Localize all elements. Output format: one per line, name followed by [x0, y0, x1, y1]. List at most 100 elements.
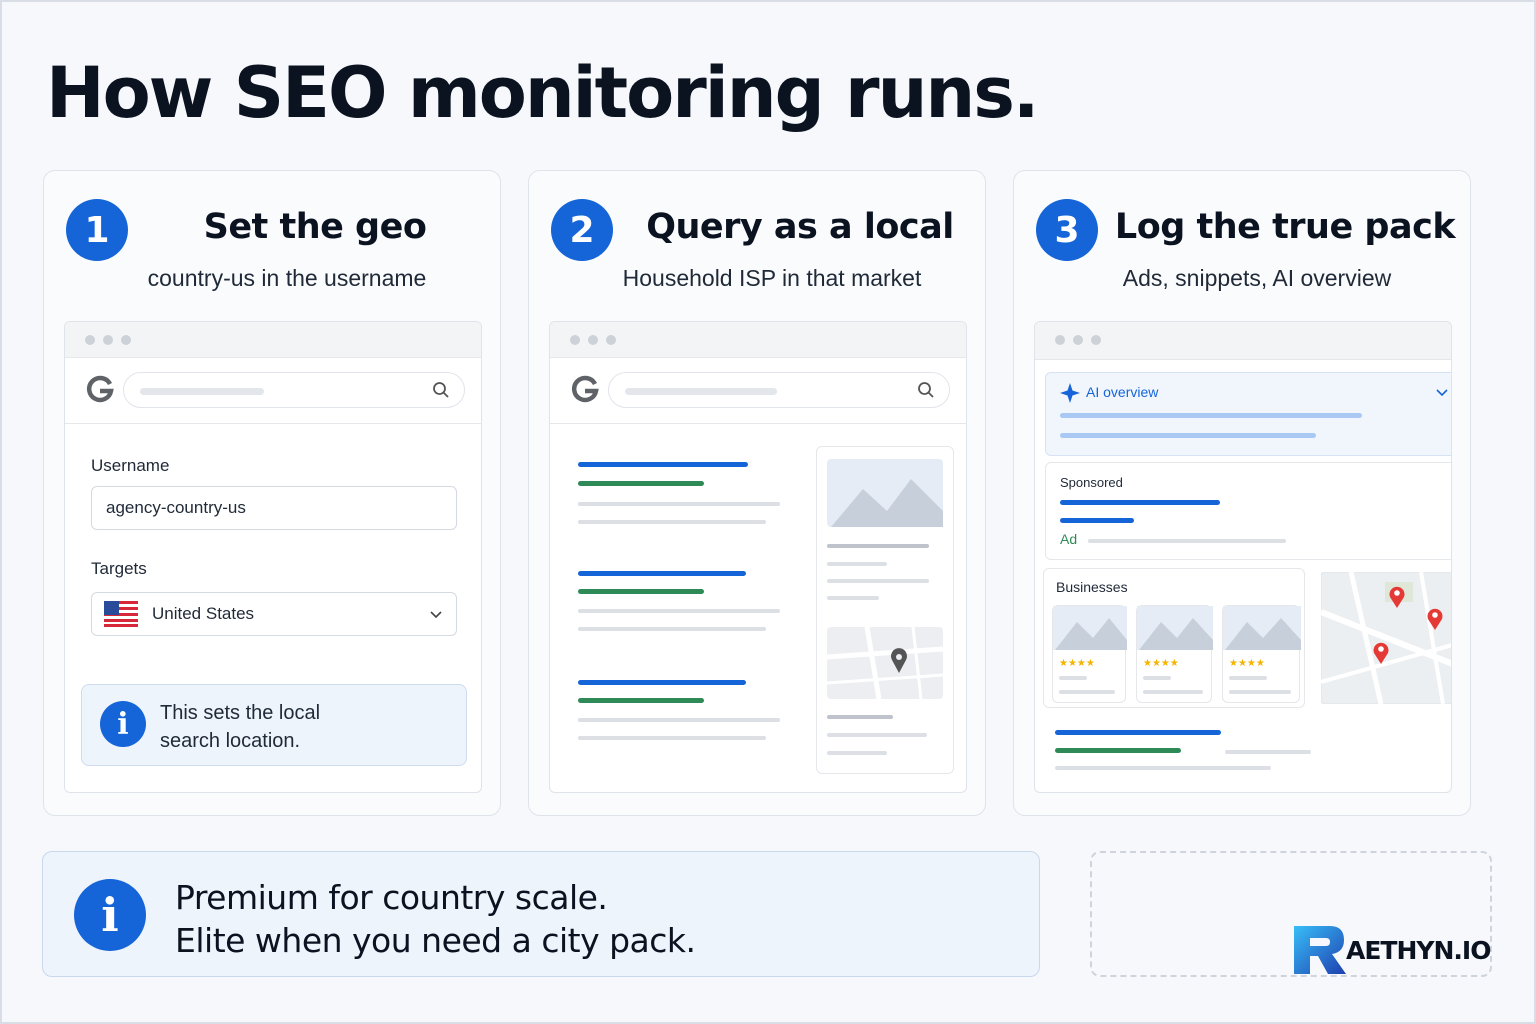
targets-selected-value: United States: [152, 604, 255, 623]
map-thumbnail[interactable]: [827, 627, 943, 699]
business-text-line: [1229, 690, 1291, 694]
business-text-line: [1143, 690, 1203, 694]
step-title-1: Set the geo: [203, 207, 427, 247]
browser-mockup-1: Username agency-country-us Targets Unite…: [64, 321, 482, 793]
targets-select[interactable]: United States: [91, 592, 457, 636]
step-number-3: 3: [1036, 199, 1098, 261]
organic-title-line[interactable]: [1055, 730, 1221, 735]
result-url-line: [578, 481, 704, 486]
chevron-down-icon: [430, 611, 442, 619]
panel-text-line: [827, 751, 887, 755]
business-text-line: [1143, 676, 1171, 680]
step-card-2: 2 Query as a local Household ISP in that…: [528, 170, 986, 816]
result-snippet-line: [578, 609, 780, 613]
bottom-callout-line-1: Premium for country scale.: [175, 878, 608, 917]
result-title-line[interactable]: [578, 680, 746, 685]
browser-mockup-2: [549, 321, 967, 793]
info-icon: i: [74, 879, 146, 951]
business-text-line: [1059, 690, 1115, 694]
ad-label: Ad: [1060, 531, 1078, 547]
business-card[interactable]: ★★★★: [1052, 605, 1127, 703]
search-input[interactable]: [608, 372, 950, 408]
step-title-3: Log the true pack: [1114, 207, 1456, 247]
search-icon[interactable]: [917, 381, 935, 399]
ad-title-line[interactable]: [1060, 518, 1134, 523]
window-dot: [1055, 335, 1065, 345]
info-callout-line-2: search location.: [160, 730, 301, 752]
business-card[interactable]: ★★★★: [1136, 605, 1213, 703]
result-snippet-line: [578, 718, 780, 722]
window-dot: [121, 335, 131, 345]
panel-text-line: [827, 579, 929, 583]
bottom-callout-text: Premium for country scale. Elite when yo…: [175, 876, 696, 962]
info-callout: i This sets the local search location.: [81, 684, 467, 766]
step-number-1: 1: [66, 199, 128, 261]
us-flag-icon: [104, 601, 138, 627]
ai-overview-line: [1060, 413, 1362, 418]
window-dot: [570, 335, 580, 345]
local-map[interactable]: [1321, 572, 1452, 704]
step-card-1: 1 Set the geo country-us in the username…: [43, 170, 501, 816]
search-row: [65, 358, 481, 424]
rating-stars: ★★★★: [1229, 658, 1265, 669]
window-dot: [1073, 335, 1083, 345]
search-placeholder-bar: [140, 388, 264, 395]
organic-snippet-line: [1055, 766, 1271, 770]
chevron-down-icon[interactable]: [1436, 389, 1448, 397]
result-url-line: [578, 589, 704, 594]
info-callout-line-1: This sets the local: [160, 702, 321, 724]
bottom-info-callout: i Premium for country scale. Elite when …: [42, 851, 1040, 977]
username-field[interactable]: agency-country-us: [91, 486, 457, 530]
result-snippet-line: [578, 627, 766, 631]
image-placeholder-icon: [1137, 606, 1213, 650]
panel-text-line: [827, 562, 887, 566]
panel-title-line: [827, 544, 929, 548]
step-card-3: 3 Log the true pack Ads, snippets, AI ov…: [1013, 170, 1471, 816]
businesses-panel: Businesses ★★★★ ★★★★ ★★★★: [1043, 568, 1305, 708]
ai-overview-panel[interactable]: AI overview: [1045, 372, 1451, 456]
window-dot: [85, 335, 95, 345]
image-placeholder-icon: [827, 459, 943, 527]
window-dot: [1091, 335, 1101, 345]
sparkle-icon: [1060, 383, 1080, 403]
panel-title-line: [827, 715, 893, 719]
sponsored-label: Sponsored: [1060, 475, 1123, 490]
business-text-line: [1229, 676, 1267, 680]
businesses-label: Businesses: [1056, 579, 1128, 595]
knowledge-panel: [816, 446, 954, 774]
panel-text-line: [827, 596, 879, 600]
google-g-icon: [571, 375, 599, 403]
result-snippet-line: [578, 520, 766, 524]
window-dot: [606, 335, 616, 345]
step-title-2: Query as a local: [646, 207, 954, 247]
search-icon[interactable]: [432, 381, 450, 399]
image-placeholder-icon: [1053, 606, 1127, 650]
page-title: How SEO monitoring runs.: [46, 52, 1040, 134]
browser-mockup-3: AI overview Sponsored Ad Businesses ★★★★: [1034, 321, 1452, 793]
business-card[interactable]: ★★★★: [1222, 605, 1301, 703]
result-url-line: [578, 698, 704, 703]
info-icon: i: [100, 701, 146, 747]
search-placeholder-bar: [625, 388, 777, 395]
ai-overview-line: [1060, 433, 1316, 438]
result-title-line[interactable]: [578, 571, 746, 576]
username-label: Username: [91, 456, 170, 475]
google-g-icon: [86, 375, 114, 403]
step-subtitle-3: Ads, snippets, AI overview: [1122, 265, 1392, 291]
browser-titlebar: [550, 322, 966, 358]
brand-name: AETHYN.IO: [1346, 936, 1491, 965]
step-number-2: 2: [551, 199, 613, 261]
ad-title-line[interactable]: [1060, 500, 1220, 505]
brand-logo: AETHYN.IO: [1292, 922, 1502, 978]
step-subtitle-2: Household ISP in that market: [622, 265, 922, 291]
rating-stars: ★★★★: [1059, 658, 1095, 669]
search-input[interactable]: [123, 372, 465, 408]
browser-titlebar: [1035, 322, 1451, 360]
rating-stars: ★★★★: [1143, 658, 1179, 669]
sponsored-panel: Sponsored Ad: [1045, 462, 1451, 560]
bottom-callout-line-2: Elite when you need a city pack.: [175, 921, 696, 960]
window-dot: [588, 335, 598, 345]
result-title-line[interactable]: [578, 462, 748, 467]
search-row: [550, 358, 966, 424]
ad-url-line: [1088, 539, 1286, 543]
